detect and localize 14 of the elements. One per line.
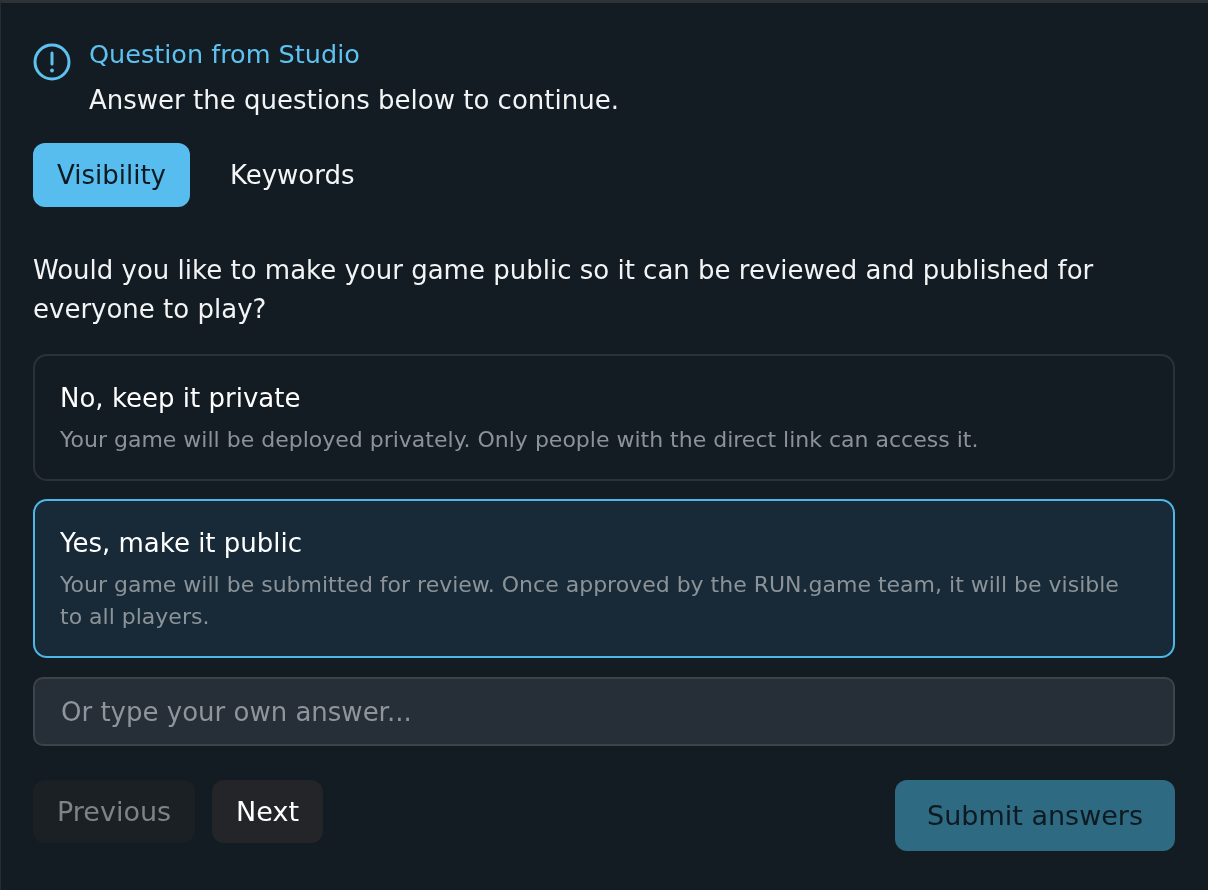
question-text: Would you like to make your game public so it can be reviewed and published for everyone to play? bbox=[33, 254, 1095, 326]
next-button[interactable]: Next bbox=[212, 780, 323, 843]
answer-option[interactable]: No, keep it private Your game will be deployed privately. Only people with the direct link can access it. bbox=[33, 354, 1175, 481]
alert-icon bbox=[33, 43, 71, 81]
tab[interactable]: Keywords bbox=[205, 143, 379, 207]
answer-input[interactable]: Or type your own answer... bbox=[33, 677, 1175, 746]
option-description: Your game will be submitted for review. Once approved by the RUN.game team, it will be visible to all players. bbox=[60, 571, 1120, 631]
option-title: Yes, make it public bbox=[60, 528, 304, 558]
option-description: Your game will be deployed privately. Only people with the direct link can access it. bbox=[60, 426, 980, 454]
option-title: No, keep it private bbox=[60, 383, 302, 413]
dialog-subtitle: Answer the questions below to continue. bbox=[89, 85, 619, 115]
dialog-title: Question from Studio bbox=[89, 39, 361, 69]
tab[interactable]: Visibility bbox=[33, 143, 190, 207]
answer-option[interactable]: Yes, make it public Your game will be submitted for review. Once approved by the RUN.game team, it will be visible to all players. bbox=[33, 499, 1175, 658]
